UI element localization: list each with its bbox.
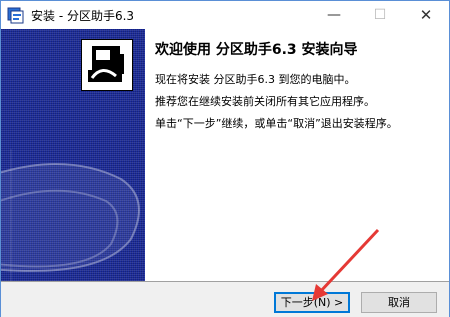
installer-window: 安装 - 分区助手6.3 — ☐ ✕ 欢迎使用 分区助手6.3 安装向导 现在将…	[0, 0, 450, 317]
maximize-button[interactable]: ☐	[357, 1, 403, 29]
close-apps-text: 推荐您在继续安装前关闭所有其它应用程序。	[155, 95, 375, 108]
installer-logo-icon	[81, 39, 133, 91]
welcome-content: 欢迎使用 分区助手6.3 安装向导 现在将安装 分区助手6.3 到您的电脑中。 …	[145, 29, 449, 281]
minimize-button[interactable]: —	[311, 1, 357, 29]
installer-app-icon	[7, 7, 24, 24]
window-title: 安装 - 分区助手6.3	[31, 9, 135, 23]
wizard-side-banner	[1, 29, 145, 281]
install-info-text: 现在将安装 分区助手6.3 到您的电脑中。	[155, 73, 356, 86]
cancel-button[interactable]: 取消	[361, 292, 437, 313]
instructions-text: 单击“下一步”继续，或单击“取消”退出安装程序。	[155, 117, 398, 130]
next-button[interactable]: 下一步(N) >	[274, 292, 350, 313]
close-button[interactable]: ✕	[403, 1, 449, 29]
welcome-heading: 欢迎使用 分区助手6.3 安装向导	[155, 42, 358, 58]
button-bar: 下一步(N) > 取消	[1, 281, 449, 317]
title-bar[interactable]: 安装 - 分区助手6.3 — ☐ ✕	[1, 1, 449, 29]
